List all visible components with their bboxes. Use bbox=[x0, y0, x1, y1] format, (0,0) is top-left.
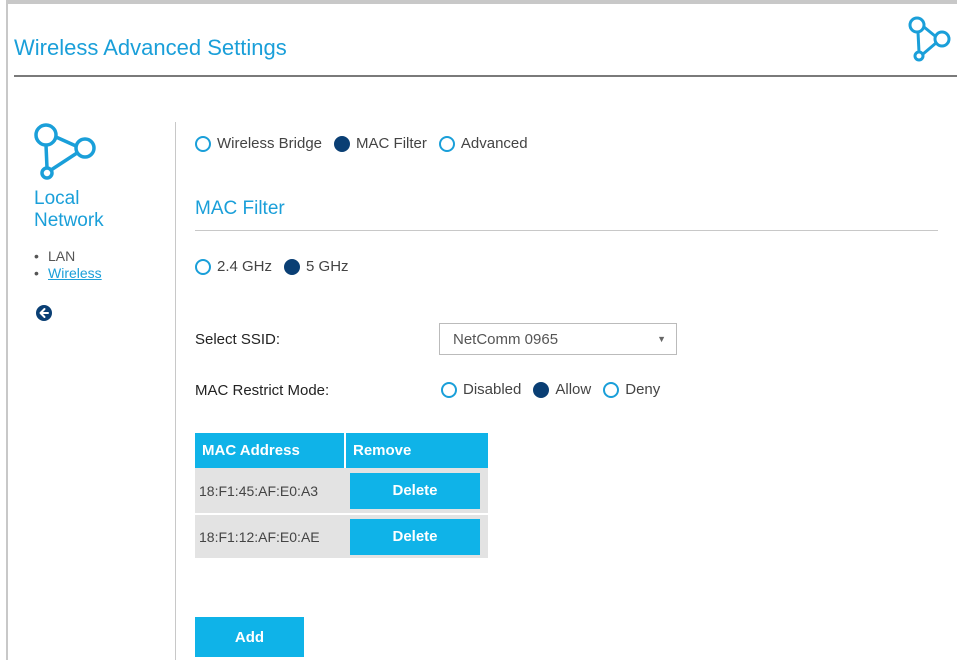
restrict-mode-selector: Disabled Allow Deny bbox=[441, 381, 672, 398]
band-5ghz[interactable]: 5 GHz bbox=[284, 258, 349, 275]
tab-advanced-label: Advanced bbox=[460, 135, 528, 152]
restrict-disabled[interactable]: Disabled bbox=[441, 381, 521, 398]
band-2-4ghz[interactable]: 2.4 GHz bbox=[195, 258, 272, 275]
window-left-border bbox=[6, 0, 8, 660]
mac-address-cell: 18:F1:12:AF:E0:AE bbox=[195, 513, 346, 558]
table-row: 18:F1:45:AF:E0:A3 Delete bbox=[195, 468, 488, 513]
network-nodes-icon bbox=[34, 123, 96, 180]
table-header-row: MAC Address Remove bbox=[195, 433, 488, 468]
radio-checked[interactable] bbox=[284, 258, 301, 275]
radio-unchecked[interactable] bbox=[195, 135, 211, 152]
delete-button[interactable]: Delete bbox=[350, 472, 480, 509]
ssid-select[interactable]: NetComm 0965 ▼ bbox=[439, 323, 677, 355]
restrict-allow[interactable]: Allow bbox=[533, 381, 591, 398]
section-title: MAC Filter bbox=[195, 198, 285, 219]
tab-advanced[interactable]: Advanced bbox=[438, 135, 528, 152]
add-button[interactable]: Add bbox=[195, 617, 304, 657]
radio-unchecked[interactable] bbox=[195, 258, 211, 275]
restrict-mode-label: MAC Restrict Mode: bbox=[195, 382, 330, 399]
sidebar-title-line1: Local bbox=[34, 188, 80, 209]
remove-cell: Delete bbox=[346, 468, 488, 513]
tab-mac-filter[interactable]: MAC Filter bbox=[334, 135, 427, 152]
column-header-mac: MAC Address bbox=[195, 433, 346, 468]
section-divider bbox=[195, 230, 938, 231]
sidebar-nav: LAN Wireless bbox=[34, 248, 102, 282]
radio-unchecked[interactable] bbox=[441, 381, 457, 398]
back-button[interactable] bbox=[36, 305, 52, 321]
tab-wireless-bridge[interactable]: Wireless Bridge bbox=[195, 135, 322, 152]
radio-unchecked[interactable] bbox=[438, 135, 455, 152]
network-nodes-icon bbox=[908, 16, 951, 62]
mac-address-table: MAC Address Remove 18:F1:45:AF:E0:A3 Del… bbox=[195, 433, 488, 558]
restrict-deny[interactable]: Deny bbox=[603, 381, 660, 398]
band-2-4ghz-label: 2.4 GHz bbox=[217, 258, 273, 275]
ssid-label: Select SSID: bbox=[195, 331, 281, 348]
column-header-remove: Remove bbox=[346, 433, 488, 468]
table-row: 18:F1:12:AF:E0:AE Delete bbox=[195, 513, 488, 558]
band-selector: 2.4 GHz 5 GHz bbox=[195, 258, 361, 275]
chevron-down-icon: ▼ bbox=[657, 334, 666, 344]
radio-unchecked[interactable] bbox=[603, 381, 620, 398]
restrict-deny-label: Deny bbox=[625, 381, 661, 398]
sidebar-title: Local Network bbox=[34, 188, 124, 232]
restrict-disabled-label: Disabled bbox=[463, 381, 522, 398]
sidebar-item-lan[interactable]: LAN bbox=[34, 248, 102, 265]
sidebar-item-wireless[interactable]: Wireless bbox=[34, 265, 102, 282]
band-5ghz-label: 5 GHz bbox=[306, 258, 349, 275]
mac-address-cell: 18:F1:45:AF:E0:A3 bbox=[195, 468, 346, 513]
restrict-allow-label: Allow bbox=[555, 381, 592, 398]
content-divider bbox=[175, 122, 176, 660]
tab-wireless-bridge-label: Wireless Bridge bbox=[217, 135, 323, 152]
radio-checked[interactable] bbox=[533, 381, 550, 398]
remove-cell: Delete bbox=[346, 513, 488, 558]
tab-mac-filter-label: MAC Filter bbox=[356, 135, 427, 152]
header-divider bbox=[14, 75, 957, 77]
radio-checked[interactable] bbox=[334, 135, 351, 152]
window-top-border bbox=[6, 0, 957, 4]
arrow-left-circle-icon bbox=[39, 308, 49, 318]
delete-button[interactable]: Delete bbox=[350, 518, 480, 555]
page-title: Wireless Advanced Settings bbox=[14, 35, 287, 60]
sidebar-title-line2: Network bbox=[34, 210, 104, 231]
settings-tabs: Wireless Bridge MAC Filter Advanced bbox=[195, 135, 540, 152]
ssid-select-value: NetComm 0965 bbox=[453, 330, 559, 348]
